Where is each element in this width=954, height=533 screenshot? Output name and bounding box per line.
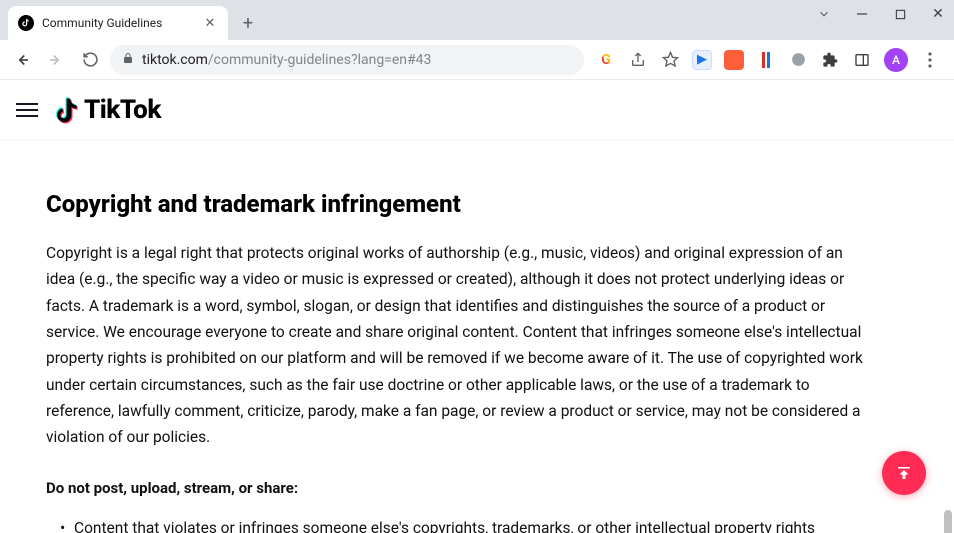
kebab-menu-icon[interactable] [920,50,940,70]
extension-icon-2[interactable] [724,50,744,70]
list-item: Content that violates or infringes someo… [60,515,874,533]
close-window-button[interactable]: ✕ [928,4,948,24]
content-scroll[interactable]: Copyright and trademark infringement Cop… [0,140,954,533]
google-icon[interactable]: G [596,50,616,70]
window-controls: ✕ [814,4,948,24]
logo-text: TikTok [84,95,161,125]
side-panel-icon[interactable] [852,50,872,70]
content-wrap: Copyright and trademark infringement Cop… [0,140,954,533]
tiktok-note-icon [54,95,80,125]
new-tab-button[interactable]: + [234,9,262,37]
forward-button[interactable] [42,46,70,74]
profile-avatar[interactable]: A [884,48,908,72]
minimize-button[interactable] [852,4,872,24]
tab-close-button[interactable]: ✕ [202,15,218,31]
tiktok-logo[interactable]: TikTok [54,95,161,125]
lock-icon [122,52,134,67]
bookmark-star-icon[interactable] [660,50,680,70]
share-icon[interactable] [628,50,648,70]
site-header: TikTok [0,80,954,140]
url-text: tiktok.com/community-guidelines?lang=en#… [142,52,431,68]
extension-icon-4[interactable] [788,50,808,70]
reload-button[interactable] [76,46,104,74]
page-viewport: TikTok Copyright and trademark infringem… [0,80,954,533]
do-not-label: Do not post, upload, stream, or share: [46,479,874,497]
chevron-down-icon[interactable] [814,4,834,24]
hamburger-menu-button[interactable] [16,98,40,122]
address-bar: tiktok.com/community-guidelines?lang=en#… [0,40,954,80]
section-body: Copyright is a legal right that protects… [46,240,874,451]
arrow-up-icon [895,464,913,482]
toolbar-right: G ▶ A [590,48,946,72]
tab-title: Community Guidelines [42,16,202,30]
back-button[interactable] [8,46,36,74]
bullet-list: Content that violates or infringes someo… [46,515,874,533]
scroll-to-top-button[interactable] [882,451,926,495]
omnibox[interactable]: tiktok.com/community-guidelines?lang=en#… [110,45,584,75]
chrome-window: Community Guidelines ✕ + ✕ tiktok.com/co… [0,0,954,533]
titlebar: Community Guidelines ✕ + ✕ [0,0,954,40]
scrollbar-track [942,160,952,533]
tiktok-favicon [18,15,34,31]
section-heading: Copyright and trademark infringement [46,190,874,218]
extension-icon-1[interactable]: ▶ [692,50,712,70]
browser-tab[interactable]: Community Guidelines ✕ [8,6,228,40]
maximize-button[interactable] [890,4,910,24]
extensions-puzzle-icon[interactable] [820,50,840,70]
scrollbar-thumb[interactable] [944,510,952,533]
extension-icon-3[interactable] [756,50,776,70]
article: Copyright and trademark infringement Cop… [0,140,920,533]
